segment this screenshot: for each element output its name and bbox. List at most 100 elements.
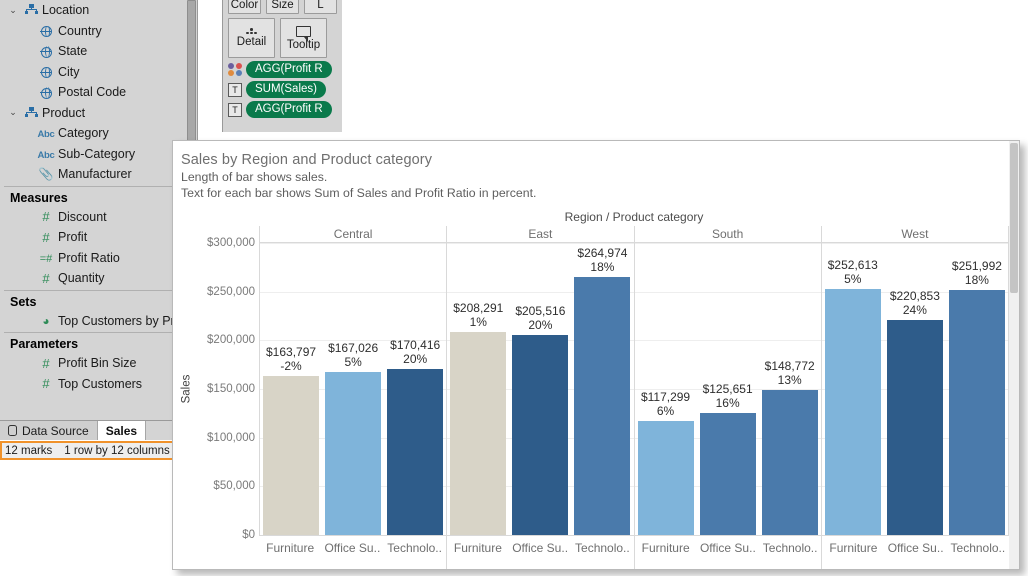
text-mark-icon-2: T [228, 102, 242, 117]
bar[interactable]: $251,992 18% [948, 259, 1005, 535]
tree-item-location[interactable]: ⌄ Location [0, 0, 197, 21]
scrollbar-thumb[interactable] [187, 0, 196, 155]
marks-pill-color[interactable]: AGG(Profit R [246, 61, 332, 78]
marks-tooltip-button[interactable]: Tooltip [280, 18, 327, 58]
tree-item-city[interactable]: City [0, 62, 197, 83]
tree-item-label: Top Customers [58, 376, 143, 391]
tree-item-sub-category[interactable]: Abc Sub-Category [0, 144, 197, 165]
tree-item-manufacturer[interactable]: 📎 Manufacturer [0, 164, 197, 185]
marks-detail-button[interactable]: Detail [228, 18, 275, 58]
tab-data-source[interactable]: Data Source [0, 421, 98, 440]
globe-icon [40, 66, 52, 79]
expand-caret[interactable]: ⌄ [6, 107, 20, 118]
hierarchy-icon [25, 106, 38, 117]
bar[interactable]: $208,291 1% [450, 301, 507, 535]
x-tick-label: Furniture [641, 541, 690, 555]
bar[interactable]: $252,613 5% [824, 258, 881, 535]
x-tick-label: Technolo.. [575, 541, 630, 555]
viz-scrollbar[interactable] [1009, 141, 1019, 569]
tab-sheet-sales[interactable]: Sales [97, 421, 147, 440]
globe-icon [40, 25, 52, 38]
x-tick-label: Office Su.. [512, 541, 569, 555]
bar-sales-value: $264,974 [577, 246, 628, 261]
number-icon: # [42, 209, 50, 225]
tree-item-label: Postal Code [58, 85, 127, 100]
bar-slot: $220,853 24% [884, 243, 945, 535]
tree-item-label: Quantity [58, 271, 105, 286]
bar[interactable]: $117,299 6% [637, 390, 694, 535]
bar[interactable]: $163,797 -2% [263, 345, 320, 535]
y-tick-label: $150,000 [207, 383, 255, 395]
set-icon: ◕ [42, 313, 50, 328]
marks-pill-row-text-sales: T SUM(Sales) [223, 78, 342, 98]
marks-label-button[interactable]: L [304, 0, 337, 14]
tree-item-label: Manufacturer [58, 167, 132, 182]
divider [4, 289, 191, 291]
bar-ratio-value: 24% [902, 303, 927, 318]
bar-sales-value: $208,291 [453, 301, 504, 316]
x-tick-label: Furniture [829, 541, 878, 555]
tree-item-product[interactable]: ⌄ Product [0, 103, 197, 124]
tree-item-label: City [58, 64, 80, 79]
tableau-window: ⌄ Location Country State City Postal Code ⌄ Pro… [0, 0, 1028, 576]
y-axis-title: Sales [178, 243, 194, 535]
divider [4, 185, 191, 187]
viz-scrollbar-thumb[interactable] [1010, 143, 1018, 293]
bar-groups: $163,797 -2% $167,026 5% $170,416 20% $208,291… [260, 243, 1008, 535]
marks-pill-agg-profit-ratio[interactable]: AGG(Profit R [246, 101, 332, 118]
column-field-title: Region / Product category [564, 210, 704, 224]
bar[interactable]: $205,516 20% [512, 304, 569, 535]
tree-item-state[interactable]: State [0, 41, 197, 62]
bar-slot: $170,416 20% [384, 243, 445, 535]
y-axis-title-label: Sales [180, 374, 192, 404]
bar[interactable]: $167,026 5% [325, 341, 382, 535]
bar-ratio-value: -2% [280, 358, 302, 373]
tree-item-category[interactable]: Abc Category [0, 123, 197, 144]
bar-label: $167,026 5% [328, 341, 378, 369]
bar-ratio-value: 16% [715, 395, 740, 410]
tree-item-country[interactable]: Country [0, 21, 197, 42]
bar-label: $220,853 24% [890, 289, 940, 317]
bar-sales-value: $252,613 [827, 258, 878, 273]
tree-item-label: Category [58, 126, 109, 141]
tree-item-profit-bin-size[interactable]: # Profit Bin Size [0, 353, 197, 374]
x-tick-label: Furniture [453, 541, 502, 555]
region-header-west: West [820, 226, 1009, 243]
marks-size-button[interactable]: Size [266, 0, 299, 14]
bar[interactable]: $125,651 16% [699, 382, 756, 535]
number-icon: # [42, 355, 50, 371]
tree-item-top-customers[interactable]: # Top Customers [0, 374, 197, 395]
tree-item-postal-code[interactable]: Postal Code [0, 82, 197, 103]
tree-item-profit[interactable]: # Profit [0, 227, 197, 248]
marks-color-button[interactable]: Color [228, 0, 261, 14]
bar-sales-value: $163,797 [266, 344, 317, 359]
tree-item-discount[interactable]: # Discount [0, 207, 197, 228]
marks-label-label: L [317, 0, 324, 11]
expand-caret[interactable]: ⌄ [6, 5, 20, 16]
bar[interactable]: $148,772 13% [761, 359, 818, 535]
bar[interactable]: $220,853 24% [886, 289, 943, 535]
data-pane: ⌄ Location Country State City Postal Code ⌄ Pro… [0, 0, 198, 420]
x-tick-label: Office Su.. [699, 541, 756, 555]
tree-item-label: Top Customers by Prof [58, 313, 186, 328]
viz-subtitle-1: Length of bar shows sales. [181, 170, 328, 184]
number-icon: # [42, 229, 50, 245]
tree-item-profit-ratio[interactable]: =# Profit Ratio [0, 248, 197, 269]
y-tick-label: $100,000 [207, 431, 255, 444]
tree-item-quantity[interactable]: # Quantity [0, 268, 197, 289]
region-header-south: South [633, 226, 821, 243]
bar-ratio-value: 13% [777, 373, 802, 388]
bar[interactable]: $170,416 20% [387, 338, 444, 535]
marks-pill-sum-sales[interactable]: SUM(Sales) [246, 81, 326, 98]
bar-ratio-value: 1% [469, 315, 487, 330]
x-tick-label: Office Su.. [887, 541, 944, 555]
bar-label: $163,797 -2% [266, 345, 316, 373]
status-dimensions: 1 row by 12 columns [64, 444, 170, 457]
calculated-field-icon: =# [39, 252, 53, 265]
bar[interactable]: $264,974 18% [574, 246, 631, 535]
tree-item-top-customers-by-prof[interactable]: ◕ Top Customers by Prof [0, 311, 197, 332]
color-palette-icon [228, 62, 242, 77]
bar-slot: $163,797 -2% [260, 243, 321, 535]
x-tick-label: Technolo.. [387, 541, 442, 555]
bar-slot: $264,974 18% [572, 243, 633, 535]
